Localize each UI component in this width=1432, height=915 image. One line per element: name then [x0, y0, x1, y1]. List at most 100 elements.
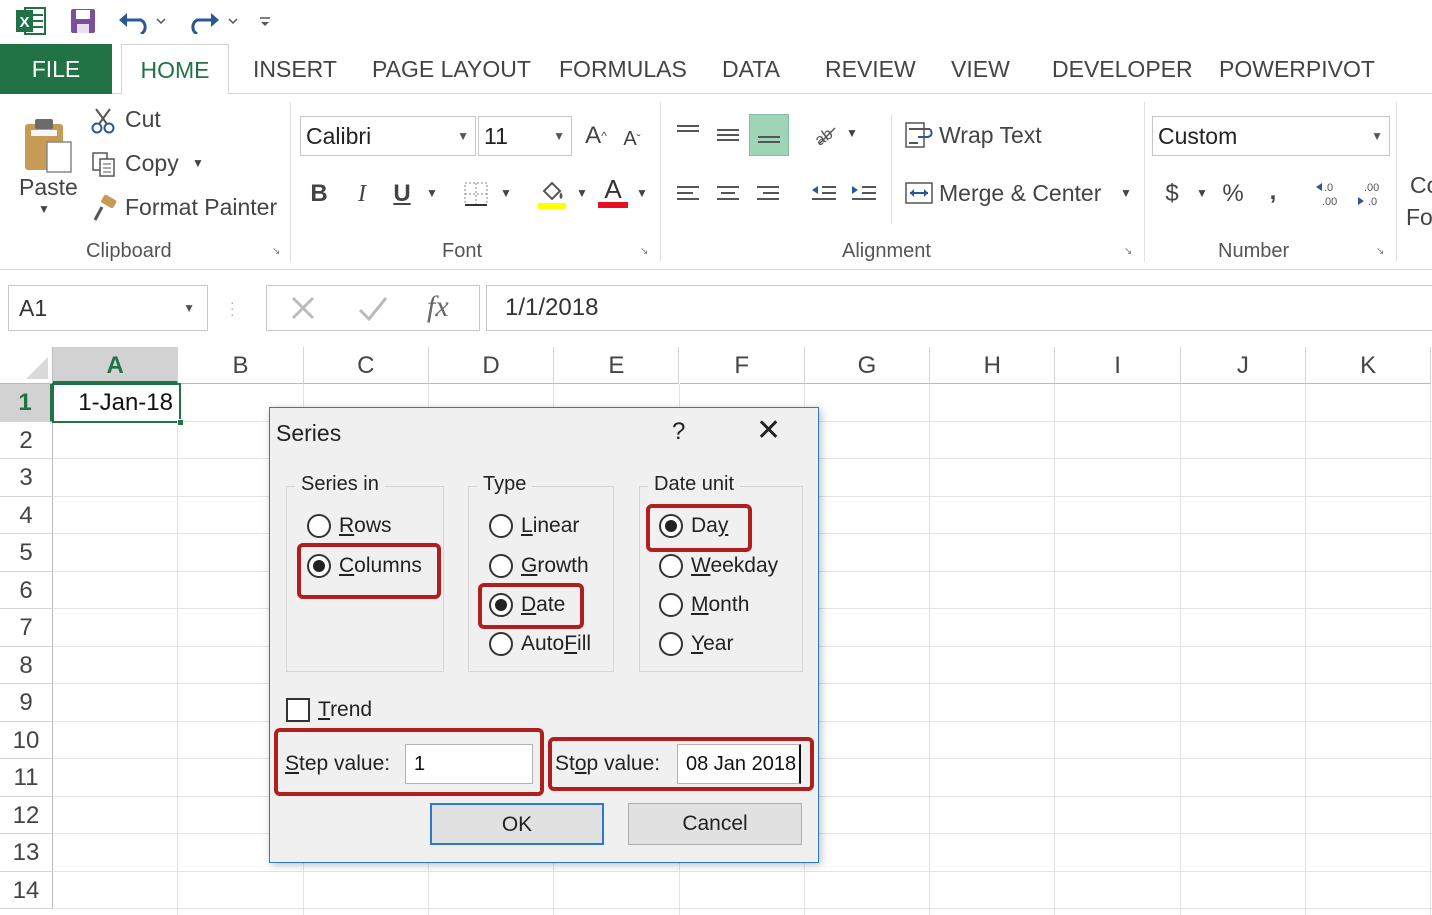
row-header-4[interactable]: 4 — [0, 496, 53, 534]
font-name-select[interactable]: Calibri ▼ — [300, 116, 476, 156]
radio-weekday[interactable]: Weekday — [659, 554, 778, 578]
fill-handle[interactable] — [177, 419, 184, 426]
select-all-corner[interactable] — [0, 347, 53, 384]
help-button[interactable]: ? — [672, 418, 685, 446]
radio-growth[interactable]: Growth — [489, 554, 589, 578]
column-header-g[interactable]: G — [804, 347, 931, 384]
column-header-d[interactable]: D — [428, 347, 555, 384]
undo-icon[interactable] — [116, 6, 168, 36]
font-color-icon[interactable]: A — [596, 174, 630, 210]
column-header-a[interactable]: A — [53, 347, 179, 384]
bold-button[interactable]: B — [305, 178, 333, 210]
orientation-icon[interactable]: ab — [804, 116, 844, 152]
comma-style-button[interactable]: , — [1260, 174, 1286, 210]
formula-input[interactable]: 1/1/2018 — [486, 285, 1432, 331]
paste-dropdown-icon[interactable]: ▼ — [38, 202, 50, 216]
row-header-5[interactable]: 5 — [0, 534, 53, 572]
align-center-icon[interactable] — [710, 176, 746, 212]
radio-autofill[interactable]: AutoFill — [489, 632, 591, 656]
row-header-1[interactable]: 1 — [0, 384, 53, 422]
align-left-icon[interactable] — [670, 176, 706, 212]
tab-formulas[interactable]: FORMULAS — [559, 44, 687, 94]
tab-powerpivot[interactable]: POWERPIVOT — [1219, 44, 1375, 94]
row-header-6[interactable]: 6 — [0, 571, 53, 609]
tab-page-layout[interactable]: PAGE LAYOUT — [372, 44, 531, 94]
bottom-align-icon[interactable] — [749, 114, 789, 156]
row-header-8[interactable]: 8 — [0, 646, 53, 684]
radio-month[interactable]: Month — [659, 593, 749, 617]
customize-qat-icon[interactable] — [256, 6, 274, 36]
column-header-f[interactable]: F — [679, 347, 805, 384]
decrease-font-size-icon[interactable]: Aˇ — [618, 124, 646, 154]
radio-rows[interactable]: Rows — [307, 514, 392, 538]
formula-bar-grip[interactable]: · · · — [230, 295, 236, 321]
tab-data[interactable]: DATA — [722, 44, 780, 94]
italic-button[interactable]: I — [348, 178, 376, 210]
ok-button[interactable]: OK — [430, 803, 604, 845]
format-as-table-cut-label[interactable]: Fo — [1406, 204, 1432, 231]
cell-a1[interactable]: 1-Jan-18 — [52, 383, 184, 426]
row-header-2[interactable]: 2 — [0, 421, 53, 459]
decrease-indent-icon[interactable] — [806, 176, 842, 212]
number-launcher-icon[interactable]: ↘ — [1376, 246, 1388, 258]
percent-style-button[interactable]: % — [1218, 176, 1248, 212]
redo-icon[interactable] — [186, 6, 242, 36]
tab-home[interactable]: HOME — [121, 44, 229, 95]
format-painter-icon[interactable] — [88, 194, 120, 224]
chevron-down-icon[interactable]: ▼ — [183, 286, 195, 330]
paste-button[interactable] — [16, 104, 78, 184]
middle-align-icon[interactable] — [710, 114, 746, 154]
fill-color-icon[interactable] — [534, 176, 570, 210]
radio-year[interactable]: Year — [659, 632, 733, 656]
cancel-entry-icon[interactable] — [289, 294, 317, 327]
tab-view[interactable]: VIEW — [951, 44, 1010, 94]
wrap-text-icon[interactable] — [902, 118, 936, 152]
cut-icon[interactable] — [88, 106, 120, 136]
borders-icon[interactable] — [458, 178, 494, 210]
underline-button[interactable]: U — [388, 178, 416, 210]
column-header-j[interactable]: J — [1180, 347, 1306, 384]
cancel-button[interactable]: Cancel — [628, 803, 802, 845]
row-header-7[interactable]: 7 — [0, 609, 53, 647]
column-header-e[interactable]: E — [554, 347, 680, 384]
cut-button[interactable]: Cut — [125, 106, 161, 133]
row-header-12[interactable]: 12 — [0, 796, 53, 834]
insert-function-button[interactable]: fx — [427, 290, 449, 324]
top-align-icon[interactable] — [670, 114, 706, 154]
align-right-icon[interactable] — [750, 176, 786, 212]
tab-file[interactable]: FILE — [0, 44, 112, 94]
row-header-14[interactable]: 14 — [0, 871, 53, 909]
name-box[interactable]: A1 ▼ — [8, 285, 208, 331]
clipboard-launcher-icon[interactable]: ↘ — [272, 246, 284, 258]
borders-dropdown-icon[interactable]: ▼ — [500, 186, 512, 200]
column-header-i[interactable]: I — [1055, 347, 1181, 384]
radio-linear[interactable]: Linear — [489, 514, 579, 538]
orientation-dropdown-icon[interactable]: ▼ — [846, 126, 858, 140]
copy-icon[interactable] — [88, 149, 120, 179]
row-header-9[interactable]: 9 — [0, 684, 53, 722]
font-color-dropdown-icon[interactable]: ▼ — [636, 186, 648, 200]
tab-insert[interactable]: INSERT — [253, 44, 337, 94]
merge-center-dropdown-icon[interactable]: ▼ — [1120, 186, 1132, 200]
column-header-c[interactable]: C — [303, 347, 429, 384]
row-header-10[interactable]: 10 — [0, 721, 53, 759]
paste-label[interactable]: Paste — [19, 174, 78, 201]
number-format-select[interactable]: Custom ▼ — [1152, 116, 1390, 156]
font-launcher-icon[interactable]: ↘ — [640, 246, 652, 258]
merge-center-button[interactable]: Merge & Center — [939, 180, 1101, 207]
confirm-entry-icon[interactable] — [357, 294, 389, 329]
increase-decimal-icon[interactable]: .0.00 — [1312, 176, 1346, 212]
underline-dropdown-icon[interactable]: ▼ — [426, 186, 438, 200]
increase-indent-icon[interactable] — [846, 176, 882, 212]
copy-dropdown-icon[interactable]: ▼ — [192, 156, 204, 170]
alignment-launcher-icon[interactable]: ↘ — [1124, 246, 1136, 258]
fill-color-dropdown-icon[interactable]: ▼ — [576, 186, 588, 200]
save-icon[interactable] — [66, 6, 100, 36]
conditional-formatting-cut-label[interactable]: Co — [1410, 172, 1432, 199]
format-painter-button[interactable]: Format Painter — [125, 194, 277, 221]
increase-font-size-icon[interactable]: A ^ — [582, 120, 610, 152]
decrease-decimal-icon[interactable]: .00.0 — [1352, 176, 1386, 212]
column-header-k[interactable]: K — [1306, 347, 1432, 384]
close-icon[interactable]: ✕ — [756, 416, 781, 446]
wrap-text-button[interactable]: Wrap Text — [939, 122, 1042, 149]
